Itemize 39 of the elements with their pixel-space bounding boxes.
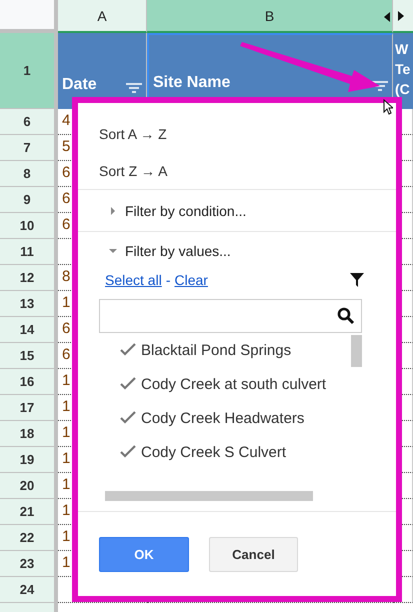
row-number[interactable]: 8: [0, 161, 58, 187]
caret-right-icon: [109, 206, 117, 214]
row-number[interactable]: 10: [0, 213, 58, 239]
search-field[interactable]: [99, 299, 362, 333]
scroll-left-icon[interactable]: [384, 12, 390, 22]
clear-link[interactable]: Clear: [174, 272, 208, 288]
filter-section[interactable]: Filter by condition...: [78, 190, 396, 231]
row-number[interactable]: 14: [0, 317, 58, 343]
row-number[interactable]: 15: [0, 343, 58, 369]
row-number[interactable]: 16: [0, 369, 58, 395]
filter-icon[interactable]: [350, 273, 364, 287]
column-header[interactable]: A: [58, 0, 147, 33]
row-number[interactable]: 18: [0, 421, 58, 447]
row-number[interactable]: 23: [0, 551, 58, 577]
row-number[interactable]: 20: [0, 473, 58, 499]
corner-cell: [0, 0, 58, 33]
row-number[interactable]: 12: [0, 265, 58, 291]
caret-down-icon: [109, 246, 117, 254]
scroll-right-icon[interactable]: [398, 10, 404, 20]
column-header[interactable]: B: [147, 0, 393, 33]
search-icon: [337, 307, 355, 325]
header-text: Site Name: [153, 74, 230, 92]
row-number[interactable]: 1: [0, 33, 58, 109]
row-number[interactable]: 22: [0, 525, 58, 551]
cancel-button[interactable]: Cancel: [209, 537, 298, 572]
scrollbar-thumb[interactable]: [105, 491, 313, 501]
row-number[interactable]: 19: [0, 447, 58, 473]
row-number[interactable]: 21: [0, 499, 58, 525]
row-number[interactable]: 13: [0, 291, 58, 317]
header-cell: W Te (C: [393, 33, 413, 109]
scrollbar-thumb[interactable]: [351, 335, 362, 367]
header-text: Date: [62, 76, 97, 94]
row-number[interactable]: 7: [0, 135, 58, 161]
row-number[interactable]: 17: [0, 395, 58, 421]
row-number[interactable]: 6: [0, 109, 58, 135]
row-number[interactable]: 24: [0, 577, 58, 603]
row-number[interactable]: 9: [0, 187, 58, 213]
row-number[interactable]: 11: [0, 239, 58, 265]
separator-text: -: [166, 272, 170, 288]
